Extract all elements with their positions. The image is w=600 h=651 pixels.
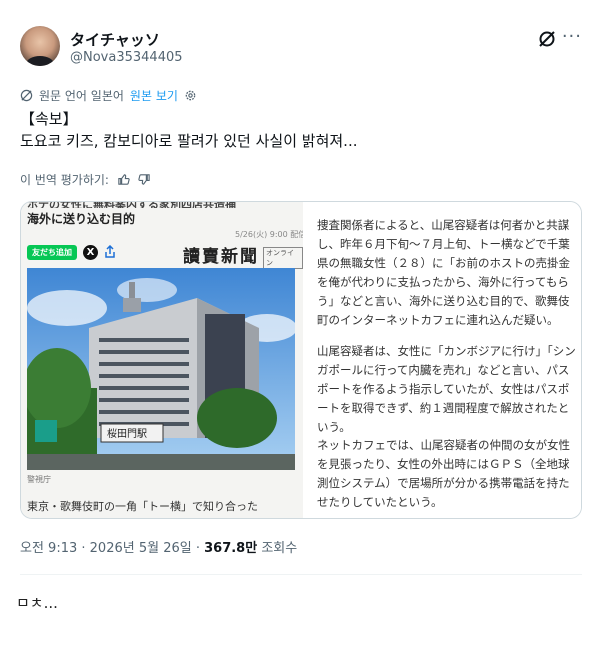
photo-caption: 警視庁 [27, 475, 51, 484]
article-paragraph-2: 山尾容疑者は、女性に「カンボジアに行け」「シンガポールに行って内臓を売れ」などと… [317, 344, 576, 434]
views-label: 조회수 [257, 541, 298, 556]
clip-cut-headline: ホテの女性に無料案内する家別四店共造捕 [27, 202, 297, 208]
tweet-header: タイチャッソ @Nova35344405 ··· [20, 26, 582, 70]
comment-text: ㅁㅊ... [16, 594, 58, 612]
tweet-media[interactable]: ホテの女性に無料案内する家別四店共造捕 海外に送り込む目的 5/26(火) 9:… [20, 201, 582, 519]
tweet-line-1: 【속보】 [20, 110, 78, 128]
display-name[interactable]: タイチャッソ [70, 29, 160, 50]
tweet-line-2: 도요코 키즈, 캄보디아로 팔려가 있던 사실이 밝혀져... [20, 132, 358, 150]
article-paragraph-1: 捜査関係者によると、山尾容疑者は何者かと共謀し、昨年６月下旬〜７月上旬、トー横な… [317, 218, 570, 327]
user-handle[interactable]: @Nova35344405 [70, 50, 183, 65]
tweet-date[interactable]: 2026년 5월 26일 [90, 541, 192, 556]
online-badge: オンライン [263, 247, 303, 269]
tweet-time[interactable]: 오전 9:13 [20, 541, 77, 556]
view-original-link[interactable]: 원본 보기 [130, 87, 178, 104]
rate-translation-label: 이 번역 평가하기: [20, 172, 109, 187]
grok-icon[interactable] [538, 30, 556, 48]
clip-date: 5/26(火) 9:00 配信 [235, 230, 307, 239]
original-language-label: 원문 언어 일본어 [39, 88, 124, 103]
divider [20, 574, 582, 575]
avatar[interactable] [20, 26, 60, 66]
x-share-button: X [83, 244, 98, 260]
share-icon [105, 245, 115, 258]
thumbs-up-icon[interactable] [117, 173, 130, 186]
view-count: 367.8만 [204, 541, 258, 556]
tweet-text: 【속보】 도요코 키즈, 캄보디아로 팔려가 있던 사실이 밝혀져... [20, 108, 580, 152]
police-building-photo: 桜田門駅 [27, 268, 295, 470]
clip-right-panel: 捜査関係者によると、山尾容疑者は何者かと共謀し、昨年６月下旬〜７月上旬、トー横な… [303, 202, 581, 518]
translate-icon [20, 89, 33, 101]
clip-headline: 海外に送り込む目的 [27, 212, 136, 226]
tweet-meta: 오전 9:13 · 2026년 5월 26일 · 367.8만 조회수 [20, 537, 297, 556]
translation-bar: 원문 언어 일본어 원본 보기 [20, 86, 197, 104]
meta-separator: · [191, 541, 205, 556]
clip-left-panel: ホテの女性に無料案内する家別四店共造捕 海外に送り込む目的 5/26(火) 9:… [21, 202, 307, 518]
meta-separator: · [77, 541, 90, 556]
article-caption: 東京・歌舞伎町の一角「トー横」で知り合った [27, 500, 258, 513]
line-add-button: 友だち追加 [27, 244, 77, 260]
newspaper-logo: 讀賣新聞 [183, 247, 259, 267]
thumbs-down-icon[interactable] [138, 173, 151, 186]
gear-icon[interactable] [184, 89, 197, 102]
more-icon[interactable]: ··· [562, 28, 582, 46]
rate-translation-row: 이 번역 평가하기: [20, 170, 151, 188]
article-paragraph-3: ネットカフェでは、山尾容疑者の仲間の女が女性を見張ったり、女性の外出時にはＧＰＳ… [317, 438, 570, 509]
photo-station-sign: 桜田門駅 [107, 427, 147, 440]
share-row: 友だち追加 X [27, 244, 116, 260]
